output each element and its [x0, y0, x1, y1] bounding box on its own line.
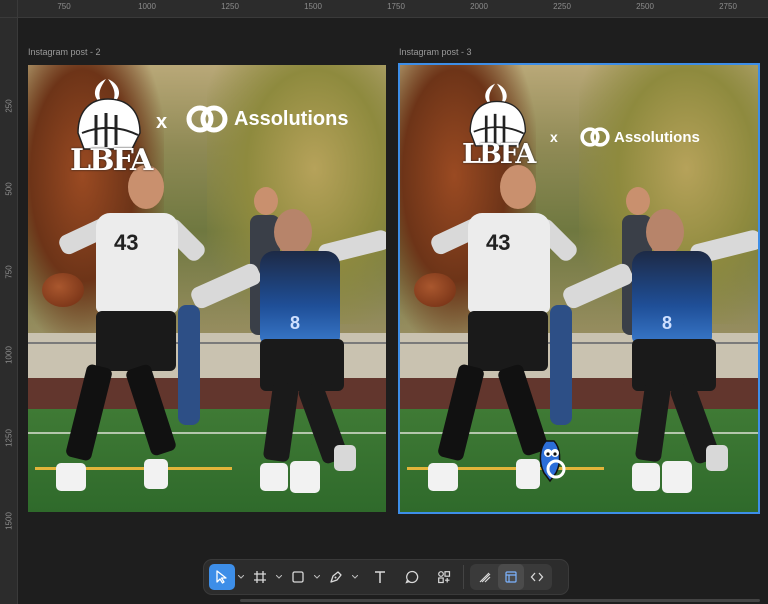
ruler-tick: 1250	[4, 429, 14, 447]
code-brackets-icon	[530, 572, 544, 582]
football-photo: 43 8	[400, 65, 758, 512]
text-icon	[375, 571, 385, 583]
jersey-number: 43	[114, 230, 139, 255]
assolutions-mark-icon	[186, 105, 228, 133]
frame-tool-menu-button[interactable]	[273, 564, 285, 590]
jersey-number: 8	[662, 313, 673, 333]
pen-tool-menu-button[interactable]	[349, 564, 361, 590]
ruler-tick: 2750	[719, 2, 737, 11]
ruler-tick: 750	[57, 2, 71, 11]
shape-tool-menu-button[interactable]	[311, 564, 323, 590]
lbfa-text: LBFA	[462, 139, 536, 170]
mascot-sticker[interactable]	[536, 439, 566, 488]
jersey-number: 43	[486, 230, 511, 255]
dev-mode-button[interactable]	[524, 564, 550, 590]
pen-tool-button[interactable]	[323, 564, 349, 590]
ruler-tick: 1750	[387, 2, 405, 11]
shape-tool-button[interactable]	[285, 564, 311, 590]
assolutions-logo: Assolutions	[186, 103, 348, 135]
brand-text: Assolutions	[234, 107, 349, 130]
ruler-tick: 750	[4, 265, 14, 279]
draw-mode-button[interactable]	[472, 564, 498, 590]
move-tool-menu-button[interactable]	[235, 564, 247, 590]
x-mark: x	[550, 129, 558, 145]
ruler-tick: 2000	[470, 2, 488, 11]
brand-text: Assolutions	[614, 128, 700, 146]
ruler-tick: 2500	[636, 2, 654, 11]
jersey-number: 8	[290, 313, 301, 333]
rectangle-icon	[292, 571, 304, 583]
frame-instagram-post-3[interactable]: 43 8 LBFA x Assolutions	[398, 63, 760, 514]
ruler-tick: 2250	[553, 2, 571, 11]
cursor-arrow-icon	[216, 570, 227, 584]
chevron-down-icon	[238, 575, 244, 579]
lbfa-text: LBFA	[70, 143, 153, 178]
toolbar-divider	[463, 565, 464, 589]
design-canvas[interactable]: 750 1000 1250 1500 1750 2000 2250 2500 2…	[0, 0, 768, 604]
lbfa-logo: LBFA	[456, 79, 536, 179]
mode-switcher	[470, 564, 552, 590]
x-mark: x	[156, 111, 168, 133]
components-icon	[438, 571, 451, 584]
assolutions-logo: Assolutions	[580, 125, 700, 149]
frame-label[interactable]: Instagram post - 3	[399, 47, 472, 57]
frame-instagram-post-2[interactable]: 43 8 LBFA x Assolutions	[28, 65, 386, 512]
assolutions-mark-icon	[580, 127, 610, 147]
chevron-down-icon	[352, 575, 358, 579]
frame-hash-icon	[254, 571, 266, 583]
actions-tool-button[interactable]	[431, 564, 457, 590]
ruler-tick: 1250	[221, 2, 239, 11]
horizontal-scrollbar[interactable]	[240, 599, 760, 602]
vertical-ruler: 250 500 750 1000 1250 1500	[0, 18, 18, 604]
frame-tool-button[interactable]	[247, 564, 273, 590]
comment-tool-button[interactable]	[399, 564, 425, 590]
mascot-icon	[539, 440, 566, 483]
chevron-down-icon	[276, 575, 282, 579]
chevron-down-icon	[314, 575, 320, 579]
move-tool-button[interactable]	[209, 564, 235, 590]
bottom-toolbar	[203, 559, 569, 595]
ruler-tick: 1000	[4, 346, 14, 364]
frame-label[interactable]: Instagram post - 2	[28, 47, 101, 57]
design-mode-button[interactable]	[498, 564, 524, 590]
pen-icon	[330, 571, 342, 583]
design-grid-icon	[505, 571, 517, 583]
ruler-tick: 1500	[4, 512, 14, 530]
text-tool-button[interactable]	[367, 564, 393, 590]
ruler-tick: 500	[4, 182, 14, 196]
horizontal-ruler: 750 1000 1250 1500 1750 2000 2250 2500 2…	[0, 0, 768, 18]
lbfa-logo: LBFA	[62, 75, 153, 185]
pencil-lines-icon	[479, 572, 491, 583]
ruler-tick: 250	[4, 99, 14, 113]
ruler-corner	[0, 0, 18, 18]
comment-bubble-icon	[405, 570, 419, 584]
ruler-tick: 1500	[304, 2, 322, 11]
ruler-tick: 1000	[138, 2, 156, 11]
